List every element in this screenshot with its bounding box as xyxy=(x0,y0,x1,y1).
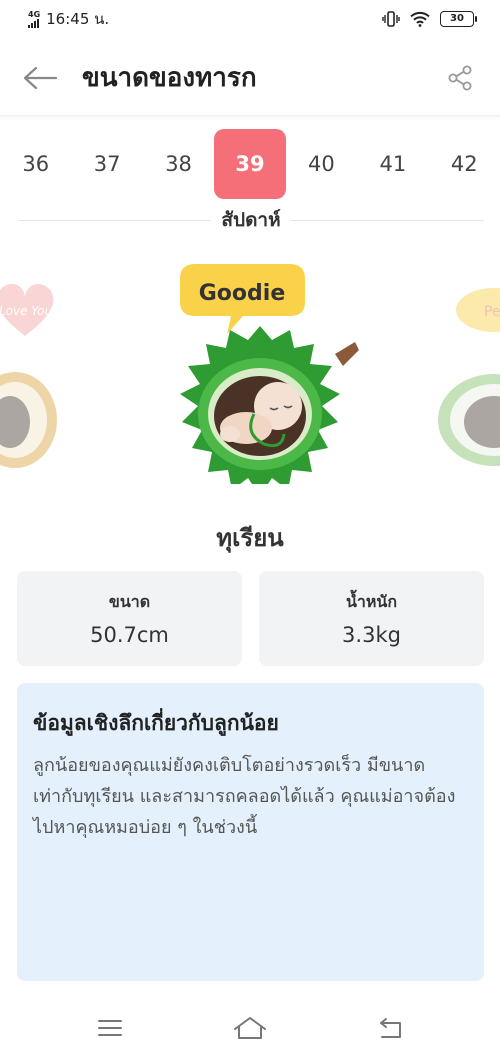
size-card: ขนาด 50.7cm xyxy=(17,571,242,666)
divider-left xyxy=(18,219,212,221)
insight-title: ข้อมูลเชิงลึกเกี่ยวกับลูกน้อย xyxy=(33,711,279,735)
menu-icon xyxy=(98,1020,122,1036)
durian-baby-illustration: Goodie xyxy=(180,264,359,484)
week-38[interactable]: 38 xyxy=(143,129,214,199)
insight-body: ลูกน้อยของคุณแม่ยังคงเติบโตอย่างรวดเร็ว … xyxy=(33,755,456,838)
menu-button[interactable] xyxy=(90,1008,130,1048)
back-arrow-icon xyxy=(23,66,57,89)
size-value: 50.7cm xyxy=(90,623,169,647)
signal-icon: 4G xyxy=(28,9,41,28)
size-label: ขนาด xyxy=(108,592,151,611)
next-bubble-text: Pe xyxy=(484,304,500,320)
return-icon xyxy=(380,1018,401,1038)
weight-value: 3.3kg xyxy=(342,623,401,647)
home-button[interactable] xyxy=(230,1008,270,1048)
app-bar: ขนาดของทารก xyxy=(0,40,500,116)
home-icon xyxy=(234,1017,266,1039)
back-button[interactable] xyxy=(22,60,58,96)
fruit-carousel[interactable]: Love You! Pe Goodie xyxy=(0,240,500,510)
system-nav-bar xyxy=(0,1000,500,1056)
next-fruit-illustration[interactable]: Pe xyxy=(434,280,500,470)
battery-level: 30 xyxy=(450,13,464,24)
network-type: 4G xyxy=(28,9,41,19)
divider-right xyxy=(290,219,485,221)
week-selector: 36 37 38 39 40 41 42 xyxy=(0,128,500,200)
goodie-text: Goodie xyxy=(199,281,286,306)
status-time: 16:45 น. xyxy=(46,10,110,28)
week-label: สัปดาห์ xyxy=(221,209,281,231)
week-36[interactable]: 36 xyxy=(0,129,71,199)
share-icon xyxy=(448,65,472,90)
week-label-row: สัปดาห์ xyxy=(18,206,485,234)
return-button[interactable] xyxy=(370,1008,410,1048)
page-title: ขนาดของทารก xyxy=(82,63,257,93)
weight-label: น้ำหนัก xyxy=(345,592,398,611)
week-37[interactable]: 37 xyxy=(71,129,142,199)
fruit-name: ทุเรียน xyxy=(216,524,284,552)
week-42[interactable]: 42 xyxy=(429,129,500,199)
weight-card: น้ำหนัก 3.3kg xyxy=(259,571,484,666)
battery-icon: 30 xyxy=(440,11,477,27)
stats-row: ขนาด 50.7cm น้ำหนัก 3.3kg xyxy=(17,571,484,666)
wifi-icon xyxy=(410,11,430,27)
status-right: 30 xyxy=(382,11,477,27)
share-button[interactable] xyxy=(442,60,478,96)
week-40[interactable]: 40 xyxy=(286,129,357,199)
baby-insight-card: ข้อมูลเชิงลึกเกี่ยวกับลูกน้อย ลูกน้อยของ… xyxy=(17,683,484,981)
week-41[interactable]: 41 xyxy=(357,129,428,199)
status-bar: 4G 16:45 น. 30 xyxy=(0,0,500,38)
previous-fruit-illustration[interactable]: Love You! xyxy=(0,280,70,470)
week-39-selected[interactable]: 39 xyxy=(214,129,286,199)
love-you-text: Love You! xyxy=(0,304,57,318)
vibrate-icon xyxy=(382,11,400,27)
status-left: 4G 16:45 น. xyxy=(28,7,109,31)
